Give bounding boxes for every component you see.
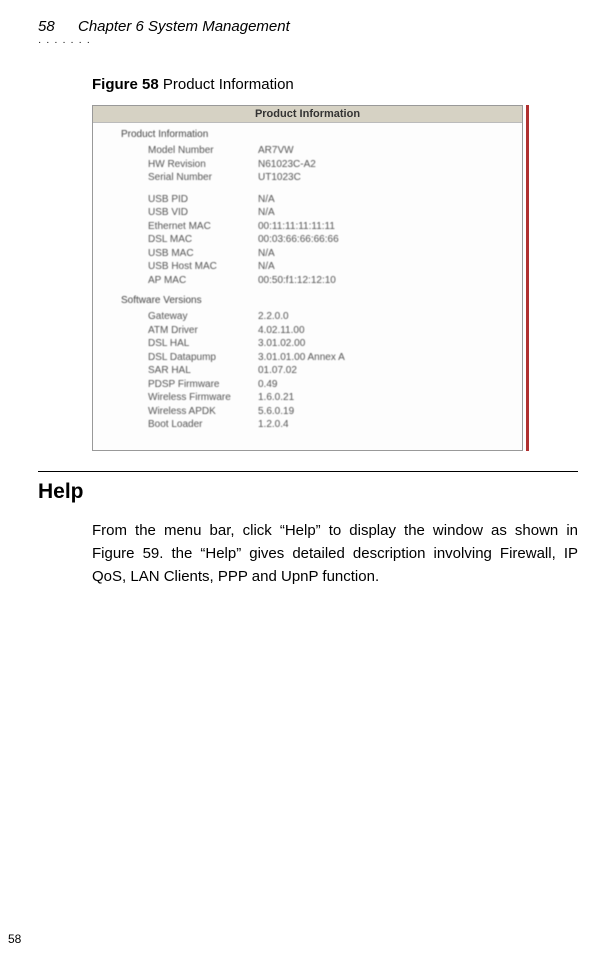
screenshot-kv-row: Wireless APDK5.6.0.19 <box>148 405 522 419</box>
screenshot-kv-block: Model NumberAR7VWHW RevisionN61023C-A2Se… <box>148 144 522 185</box>
screenshot-kv-row: DSL Datapump3.01.01.00 Annex A <box>148 351 522 365</box>
kv-key: ATM Driver <box>148 324 258 338</box>
screenshot-kv-block: USB PIDN/AUSB VIDN/AEthernet MAC00:11:11… <box>148 193 522 288</box>
kv-value: 2.2.0.0 <box>258 310 289 324</box>
kv-value: 1.6.0.21 <box>258 391 294 405</box>
screenshot-kv-row: Model NumberAR7VW <box>148 144 522 158</box>
kv-key: Serial Number <box>148 171 258 185</box>
screenshot-title: Product Information <box>93 106 522 123</box>
page-number-bottom: 58 <box>8 932 21 946</box>
kv-key: AP MAC <box>148 274 258 288</box>
kv-value: AR7VW <box>258 144 294 158</box>
figure-screenshot-wrap: Product Information Product Information M… <box>92 105 529 451</box>
kv-value: N/A <box>258 193 275 207</box>
kv-value: N/A <box>258 260 275 274</box>
kv-value: UT1023C <box>258 171 301 185</box>
kv-key: Wireless Firmware <box>148 391 258 405</box>
screenshot-kv-row: DSL HAL3.01.02.00 <box>148 337 522 351</box>
screenshot-kv-row: USB Host MACN/A <box>148 260 522 274</box>
section-heading-help: Help <box>38 480 578 504</box>
kv-value: 5.6.0.19 <box>258 405 294 419</box>
kv-value: 3.01.02.00 <box>258 337 305 351</box>
kv-value: 00:11:11:11:11:11 <box>258 220 335 234</box>
kv-key: DSL HAL <box>148 337 258 351</box>
kv-key: Gateway <box>148 310 258 324</box>
kv-key: Wireless APDK <box>148 405 258 419</box>
kv-key: USB VID <box>148 206 258 220</box>
screenshot-kv-row: SAR HAL01.07.02 <box>148 364 522 378</box>
screenshot-kv-row: Gateway2.2.0.0 <box>148 310 522 324</box>
kv-value: N/A <box>258 247 275 261</box>
screenshot-kv-row: Boot Loader1.2.0.4 <box>148 418 522 432</box>
figure-caption-text: Product Information <box>163 76 294 93</box>
kv-value: N61023C-A2 <box>258 158 316 172</box>
kv-value: 0.49 <box>258 378 277 392</box>
page-number-top: 58 <box>38 18 78 35</box>
figure-caption: Figure 58 Product Information <box>92 76 578 93</box>
kv-key: Model Number <box>148 144 258 158</box>
kv-value: 3.01.01.00 Annex A <box>258 351 345 365</box>
kv-key: PDSP Firmware <box>148 378 258 392</box>
kv-value: 00:50:f1:12:12:10 <box>258 274 336 288</box>
figure-screenshot: Product Information Product Information M… <box>92 105 523 451</box>
kv-value: 1.2.0.4 <box>258 418 289 432</box>
kv-value: 4.02.11.00 <box>258 324 305 338</box>
screenshot-kv-row: PDSP Firmware0.49 <box>148 378 522 392</box>
screenshot-kv-row: USB MACN/A <box>148 247 522 261</box>
screenshot-kv-row: USB PIDN/A <box>148 193 522 207</box>
figure-label: Figure 58 <box>92 76 159 93</box>
screenshot-section-title: Software Versions <box>121 295 522 306</box>
screenshot-kv-row: AP MAC00:50:f1:12:12:10 <box>148 274 522 288</box>
kv-key: Ethernet MAC <box>148 220 258 234</box>
header-dots: · · · · · · · <box>38 37 578 48</box>
chapter-title: Chapter 6 System Management <box>78 18 290 35</box>
kv-key: DSL Datapump <box>148 351 258 365</box>
screenshot-kv-row: Wireless Firmware1.6.0.21 <box>148 391 522 405</box>
kv-value: 01.07.02 <box>258 364 297 378</box>
screenshot-kv-row: DSL MAC00:03:66:66:66:66 <box>148 233 522 247</box>
kv-key: SAR HAL <box>148 364 258 378</box>
kv-key: Boot Loader <box>148 418 258 432</box>
kv-key: USB MAC <box>148 247 258 261</box>
screenshot-kv-row: HW RevisionN61023C-A2 <box>148 158 522 172</box>
body-paragraph: From the menu bar, click “Help” to displ… <box>92 519 578 589</box>
kv-key: HW Revision <box>148 158 258 172</box>
kv-value: N/A <box>258 206 275 220</box>
section-separator <box>38 471 578 472</box>
screenshot-kv-block: Gateway2.2.0.0ATM Driver4.02.11.00DSL HA… <box>148 310 522 432</box>
kv-key: USB Host MAC <box>148 260 258 274</box>
kv-key: USB PID <box>148 193 258 207</box>
screenshot-kv-row: Ethernet MAC00:11:11:11:11:11 <box>148 220 522 234</box>
kv-value: 00:03:66:66:66:66 <box>258 233 339 247</box>
screenshot-section-title: Product Information <box>121 129 522 140</box>
screenshot-kv-row: ATM Driver4.02.11.00 <box>148 324 522 338</box>
screenshot-kv-row: USB VIDN/A <box>148 206 522 220</box>
kv-key: DSL MAC <box>148 233 258 247</box>
screenshot-kv-row: Serial NumberUT1023C <box>148 171 522 185</box>
